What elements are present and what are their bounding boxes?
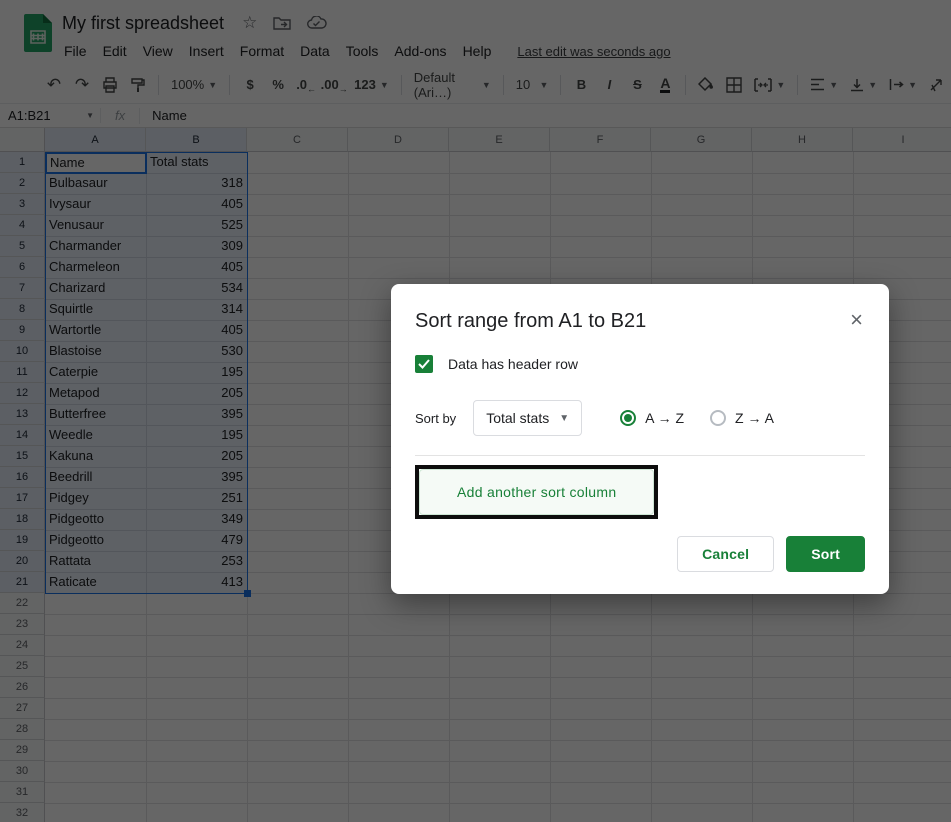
google-sheets-app: My first spreadsheet ☆ File Edit View In…	[0, 0, 951, 822]
sort-range-dialog: Sort range from A1 to B21 × Data has hea…	[391, 284, 889, 594]
sort-order-desc-radio[interactable]: Z → A	[710, 410, 774, 426]
chevron-down-icon: ▼	[559, 412, 570, 424]
header-row-checkbox-label[interactable]: Data has header row	[448, 356, 578, 372]
radio-unselected-icon	[710, 410, 727, 426]
sort-button[interactable]: Sort	[786, 536, 865, 572]
cancel-button[interactable]: Cancel	[677, 536, 775, 572]
dialog-title: Sort range from A1 to B21	[415, 310, 647, 332]
sort-by-label: Sort by	[415, 410, 457, 426]
sort-order-asc-radio[interactable]: A → Z	[620, 410, 684, 426]
sort-column-select[interactable]: Total stats ▼	[473, 400, 583, 436]
header-row-checkbox[interactable]	[415, 355, 433, 373]
close-icon[interactable]: ×	[848, 309, 865, 331]
radio-selected-icon	[620, 410, 637, 426]
add-sort-column-button[interactable]: Add another sort column	[419, 469, 655, 515]
annotation-highlight-box: Add another sort column	[415, 465, 659, 519]
